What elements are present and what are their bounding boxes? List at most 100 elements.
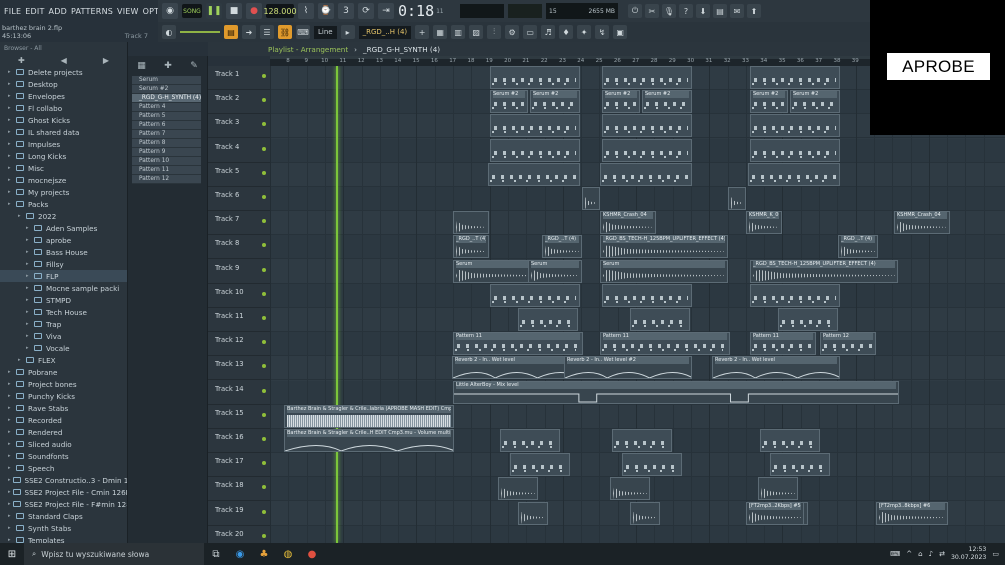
browser-item[interactable]: ▸ Project bones (0, 378, 127, 390)
playlist-clip[interactable] (453, 211, 489, 235)
playlist-clip[interactable]: Reverb 2 - In.. Wet level (452, 356, 580, 380)
playlist-clip[interactable] (760, 429, 820, 452)
browser-window-icon[interactable]: ▭ (523, 25, 538, 39)
playlist-clip[interactable] (758, 477, 798, 501)
playlist-window-icon[interactable]: ▦ (433, 25, 448, 39)
track-header[interactable]: Track 20 (208, 526, 270, 543)
playlist-clip[interactable]: Pattern 12 (820, 332, 876, 356)
notification-icon[interactable]: ▭ (992, 550, 999, 558)
task-view-icon[interactable]: ⧉ (204, 543, 228, 565)
playlist-clip[interactable]: _RGD_..T (4) (453, 235, 489, 259)
playlist-clip[interactable] (498, 477, 538, 501)
browser-item[interactable]: ▸ Sliced audio (0, 438, 127, 450)
picker-item[interactable]: Serum #2 (132, 85, 201, 94)
cut-icon[interactable]: ✂ (645, 4, 659, 18)
pattern-song-toggle-icon[interactable]: ◉ (162, 3, 178, 19)
playlist-clip[interactable]: Reverb 2 - In.. Wet level (712, 356, 840, 380)
playlist-clip[interactable] (630, 501, 660, 525)
browser-item[interactable]: ▸ Envelopes (0, 90, 127, 102)
browser-item[interactable]: ▸ Punchy Kicks (0, 390, 127, 402)
track-header[interactable]: Track 3 (208, 114, 270, 139)
loop-record-icon[interactable]: ⟳ (358, 3, 374, 19)
playlist-clip[interactable] (750, 114, 840, 138)
playlist-clip[interactable] (770, 453, 830, 477)
playlist-clip[interactable] (610, 477, 650, 501)
browser-add-icon[interactable]: ✚ (18, 56, 25, 65)
browser-item[interactable]: ▸ mocnejsze (0, 174, 127, 186)
picker-item[interactable]: Serum (132, 76, 201, 85)
browser-item[interactable]: ▸ Standard Claps (0, 510, 127, 522)
track-mute-led-icon[interactable] (262, 509, 266, 514)
track-header[interactable]: Track 6 (208, 187, 270, 211)
browser-prev-icon[interactable]: ◀ (61, 56, 67, 65)
track-mute-led-icon[interactable] (262, 195, 266, 199)
picker-item[interactable]: Pattern 5 (132, 112, 201, 121)
browser-item[interactable]: ▸ Bass House (0, 246, 127, 258)
track-header[interactable]: Track 17 (208, 453, 270, 478)
picker-edit-icon[interactable]: ✎ (190, 61, 198, 71)
playlist-clip[interactable]: Barthez Brain & Stragler & Crile..H EDIT… (284, 429, 454, 452)
track-mute-led-icon[interactable] (262, 122, 266, 127)
browser-next-icon[interactable]: ▶ (103, 56, 109, 65)
menu-view[interactable]: VIEW (117, 7, 139, 16)
playlist-clip[interactable] (490, 114, 580, 138)
power-icon[interactable]: ⏻ (628, 4, 642, 18)
menu-patterns[interactable]: PATTERNS (71, 7, 113, 16)
picker-plus-icon[interactable]: ✚ (164, 61, 172, 71)
countdown-icon[interactable]: 3 (338, 3, 354, 19)
playlist-clip[interactable]: Serum #2 (790, 90, 840, 114)
fl-studio-icon[interactable]: ♣ (252, 543, 276, 565)
browser-item[interactable]: ▸ SSE2 Constructio..3 - Dmin 128BPM (0, 474, 127, 486)
track-header[interactable]: Track 1 (208, 66, 270, 90)
playlist-clip[interactable] (600, 162, 692, 186)
browser-item[interactable]: ▸ Synth Stabs (0, 522, 127, 534)
download-icon[interactable]: ⬇ (696, 4, 710, 18)
playlist-clip[interactable]: Serum #2 (490, 90, 528, 114)
playlist-clip[interactable]: KSHMR_Crash_04 (894, 211, 950, 235)
playlist-clip[interactable]: Pattern 11 (750, 332, 816, 356)
browser-item[interactable]: ▸ IL shared data (0, 126, 127, 138)
mixer-icon[interactable]: ⫶ (487, 25, 502, 39)
playlist-clip[interactable] (622, 453, 682, 477)
track-header[interactable]: Track 14 (208, 381, 270, 405)
browser-item[interactable]: ▸ Fillsy (0, 258, 127, 270)
snap-select[interactable]: Line (314, 25, 337, 39)
track-mute-led-icon[interactable] (262, 267, 266, 272)
tempo-display[interactable]: 128.000 (263, 4, 297, 18)
browser-item[interactable]: ▸ SSE2 Project File - Cmin 126BPM (0, 486, 127, 498)
pattern-tool-icon[interactable]: ▤ (224, 25, 238, 39)
chrome-icon[interactable]: ◍ (276, 543, 300, 565)
playlist-clip[interactable]: _RGD_BS_TECH-H_125BPM_UPLIFTER_EFFECT (4… (750, 259, 898, 283)
playlist-clip[interactable]: KSHMR_Crash_04 (600, 211, 656, 235)
recorder-icon[interactable]: ● (300, 543, 324, 565)
playlist-clip[interactable]: Little AlterBoy - Mix level (453, 380, 899, 404)
playlist-clip[interactable] (518, 501, 548, 525)
typing-keyboard-icon[interactable]: ⌨ (296, 25, 310, 39)
edge-icon[interactable]: ◉ (228, 543, 252, 565)
picker-item[interactable]: Pattern 10 (132, 157, 201, 166)
playlist-clip[interactable] (500, 429, 560, 452)
playlist-clip[interactable] (490, 66, 580, 89)
track-mute-led-icon[interactable] (262, 364, 266, 369)
track-header[interactable]: Track 9 (208, 260, 270, 284)
track-mute-led-icon[interactable] (262, 74, 266, 78)
windows-start-icon[interactable]: ⊞ (0, 543, 24, 565)
playlist-clip[interactable] (510, 453, 570, 477)
browser-item[interactable]: ▸ FLP (0, 270, 127, 282)
browser-item[interactable]: ▸ Aden Samples (0, 222, 127, 234)
volume-icon[interactable]: ♪ (929, 550, 933, 558)
playlist-clip[interactable] (518, 308, 578, 331)
browser-item[interactable]: ▸ Misc (0, 162, 127, 174)
playlist-clip[interactable]: _RGD_BS_TECH-H_125BPM_UPLIFTER_EFFECT (4… (600, 235, 728, 259)
plugin-icon[interactable]: ♦ (559, 25, 574, 39)
playlist-clip[interactable] (750, 66, 840, 89)
help-icon[interactable]: ? (679, 4, 693, 18)
browser-item[interactable]: ▸ Soundfonts (0, 450, 127, 462)
playlist-clip[interactable] (602, 114, 692, 138)
playlist-clip[interactable] (748, 162, 840, 186)
pattern-selector-arrow-icon[interactable]: ▸ (340, 25, 355, 39)
browser-item[interactable]: ▸ Ghost Kicks (0, 114, 127, 126)
playlist-clip[interactable] (778, 308, 838, 331)
record-button[interactable]: ● (246, 3, 262, 19)
track-mute-led-icon[interactable] (262, 98, 266, 103)
